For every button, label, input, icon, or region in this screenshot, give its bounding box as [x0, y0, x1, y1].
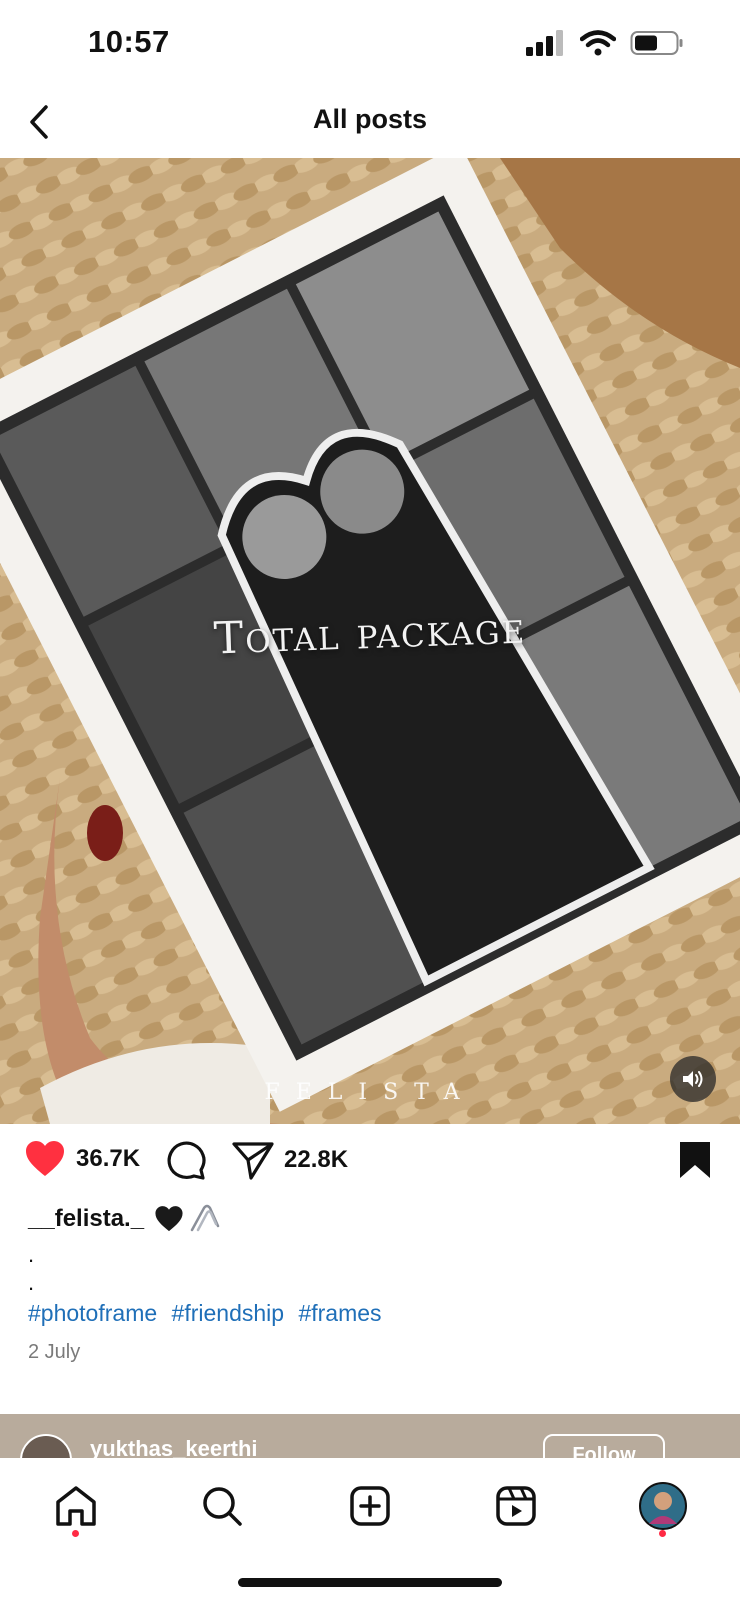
notification-dot	[72, 1530, 79, 1537]
bookmark-filled-icon	[680, 1142, 710, 1178]
tab-home[interactable]	[46, 1476, 106, 1536]
sound-toggle-button[interactable]	[670, 1056, 716, 1102]
caption-username-text: __felista._	[28, 1205, 145, 1232]
comment-button[interactable]	[166, 1140, 206, 1180]
post-actions: 36.7K 22.8K	[0, 1140, 740, 1190]
next-post-header: yukthas_keerthi Follow	[0, 1414, 740, 1458]
tab-search[interactable]	[192, 1476, 252, 1536]
caption-hashtags: #photoframe #friendship #frames	[28, 1300, 390, 1327]
post-date: 2 July	[28, 1341, 81, 1363]
hashtag-link[interactable]: #frames	[298, 1300, 381, 1326]
share-button[interactable]: 22.8K	[232, 1140, 348, 1180]
heart-filled-icon	[26, 1141, 64, 1176]
black-heart-icon	[155, 1206, 183, 1232]
share-count: 22.8K	[284, 1146, 349, 1173]
wifi-icon	[580, 30, 616, 56]
like-button[interactable]: 36.7K	[24, 1140, 140, 1178]
page-title: All posts	[312, 104, 427, 134]
avatar[interactable]	[20, 1434, 72, 1458]
post-media[interactable]: Total package FELISTA	[0, 158, 740, 1124]
follow-button[interactable]: Follow	[543, 1434, 665, 1458]
tab-profile[interactable]	[633, 1476, 693, 1536]
profile-avatar	[639, 1482, 687, 1530]
cellular-signal-icon	[526, 30, 563, 56]
nav-bar: All posts	[0, 90, 740, 158]
paperclip-icon	[190, 1204, 220, 1232]
search-icon	[203, 1487, 242, 1526]
battery-icon	[630, 31, 683, 55]
notification-dot	[659, 1530, 666, 1537]
next-post-username[interactable]: yukthas_keerthi	[90, 1436, 258, 1458]
home-indicator	[238, 1578, 502, 1587]
home-icon	[56, 1486, 96, 1526]
reels-icon	[496, 1486, 536, 1526]
tab-create[interactable]	[340, 1476, 400, 1536]
comment-icon	[167, 1141, 206, 1180]
like-count: 36.7K	[76, 1145, 141, 1172]
save-button[interactable]	[678, 1140, 712, 1180]
hashtag-link[interactable]: #friendship	[172, 1300, 285, 1326]
speaker-icon	[683, 1071, 703, 1087]
caption-dot: .	[28, 1242, 35, 1267]
status-icons	[526, 30, 684, 56]
create-icon	[350, 1486, 390, 1526]
brand-watermark: FELISTA	[264, 1080, 476, 1105]
tab-reels[interactable]	[486, 1476, 546, 1536]
status-time: 10:57	[88, 24, 170, 59]
hashtag-link[interactable]: #photoframe	[28, 1300, 157, 1326]
caption-username[interactable]: __felista._	[28, 1204, 222, 1234]
caption-dot: .	[28, 1270, 35, 1295]
status-bar: 10:57	[0, 0, 740, 90]
caption-emoji	[154, 1204, 222, 1234]
send-icon	[232, 1142, 274, 1180]
